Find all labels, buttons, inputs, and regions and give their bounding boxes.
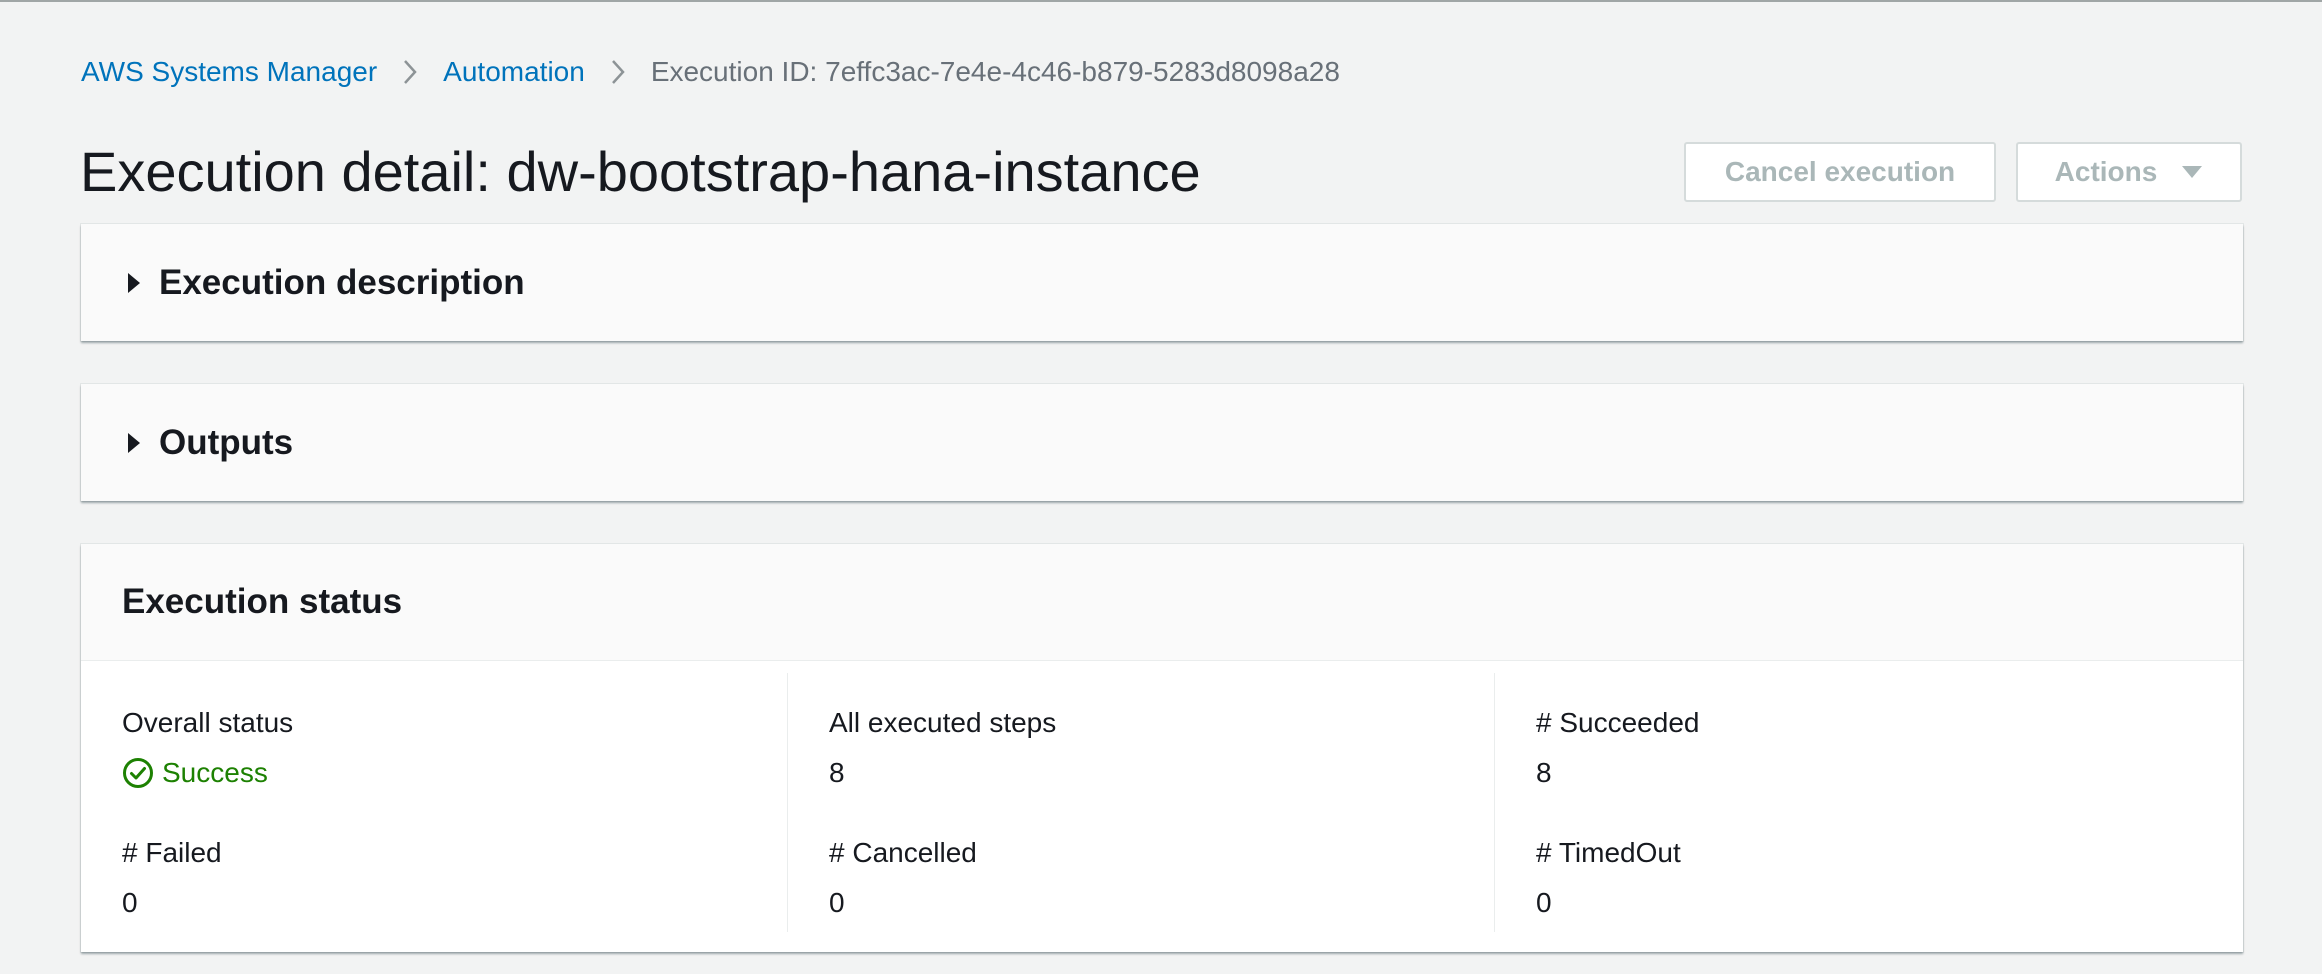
succeeded-value: 8 (1536, 757, 1552, 788)
cancelled-value: 0 (829, 887, 845, 918)
actions-dropdown-button[interactable]: Actions (2016, 142, 2242, 202)
status-column-1: Overall status Success # Failed 0 (81, 673, 787, 932)
breadcrumb-current-execution: Execution ID: 7effc3ac-7e4e-4c46-b879-52… (650, 56, 1340, 87)
execution-status-body: Overall status Success # Failed 0 All ex… (81, 661, 2243, 952)
cancel-execution-button[interactable]: Cancel execution (1684, 142, 1996, 202)
overall-status-value: Success (122, 757, 268, 789)
succeeded-label: # Succeeded (1536, 707, 1700, 738)
caret-down-icon (2181, 165, 2203, 179)
execution-description-heading: Execution description (159, 262, 525, 302)
timed-out-value: 0 (1536, 887, 1552, 918)
chevron-right-icon (389, 59, 431, 85)
actions-label: Actions (2054, 156, 2158, 187)
cancel-execution-label: Cancel execution (1724, 156, 1956, 187)
all-executed-steps-label: All executed steps (829, 707, 1057, 738)
overall-status-label: Overall status (122, 707, 294, 738)
execution-status-heading: Execution status (122, 582, 403, 621)
execution-status-panel: Execution status Overall status Success … (81, 544, 2243, 952)
breadcrumb: AWS Systems Manager Automation Execution… (81, 52, 1340, 92)
outputs-heading: Outputs (159, 422, 294, 462)
execution-status-header: Execution status (81, 544, 2243, 661)
failed-label: # Failed (122, 837, 222, 868)
caret-right-icon (127, 432, 141, 454)
breadcrumb-systems-manager-link[interactable]: AWS Systems Manager (81, 56, 377, 88)
caret-right-icon (127, 272, 141, 294)
failed-value: 0 (122, 887, 138, 918)
breadcrumb-automation-link[interactable]: Automation (443, 56, 585, 88)
cancelled-label: # Cancelled (829, 837, 977, 868)
page-title: Execution detail: dw-bootstrap-hana-inst… (80, 140, 1201, 203)
timed-out-label: # TimedOut (1536, 837, 1681, 868)
status-column-2: All executed steps 8 # Cancelled 0 (787, 673, 1493, 932)
chevron-right-icon (597, 59, 639, 85)
outputs-panel[interactable]: Outputs (81, 384, 2243, 501)
execution-description-panel[interactable]: Execution description (81, 224, 2243, 341)
check-circle-icon (122, 757, 154, 789)
all-executed-steps-value: 8 (829, 757, 845, 788)
status-column-3: # Succeeded 8 # TimedOut 0 (1494, 673, 2200, 932)
success-status-text: Success (162, 757, 268, 788)
